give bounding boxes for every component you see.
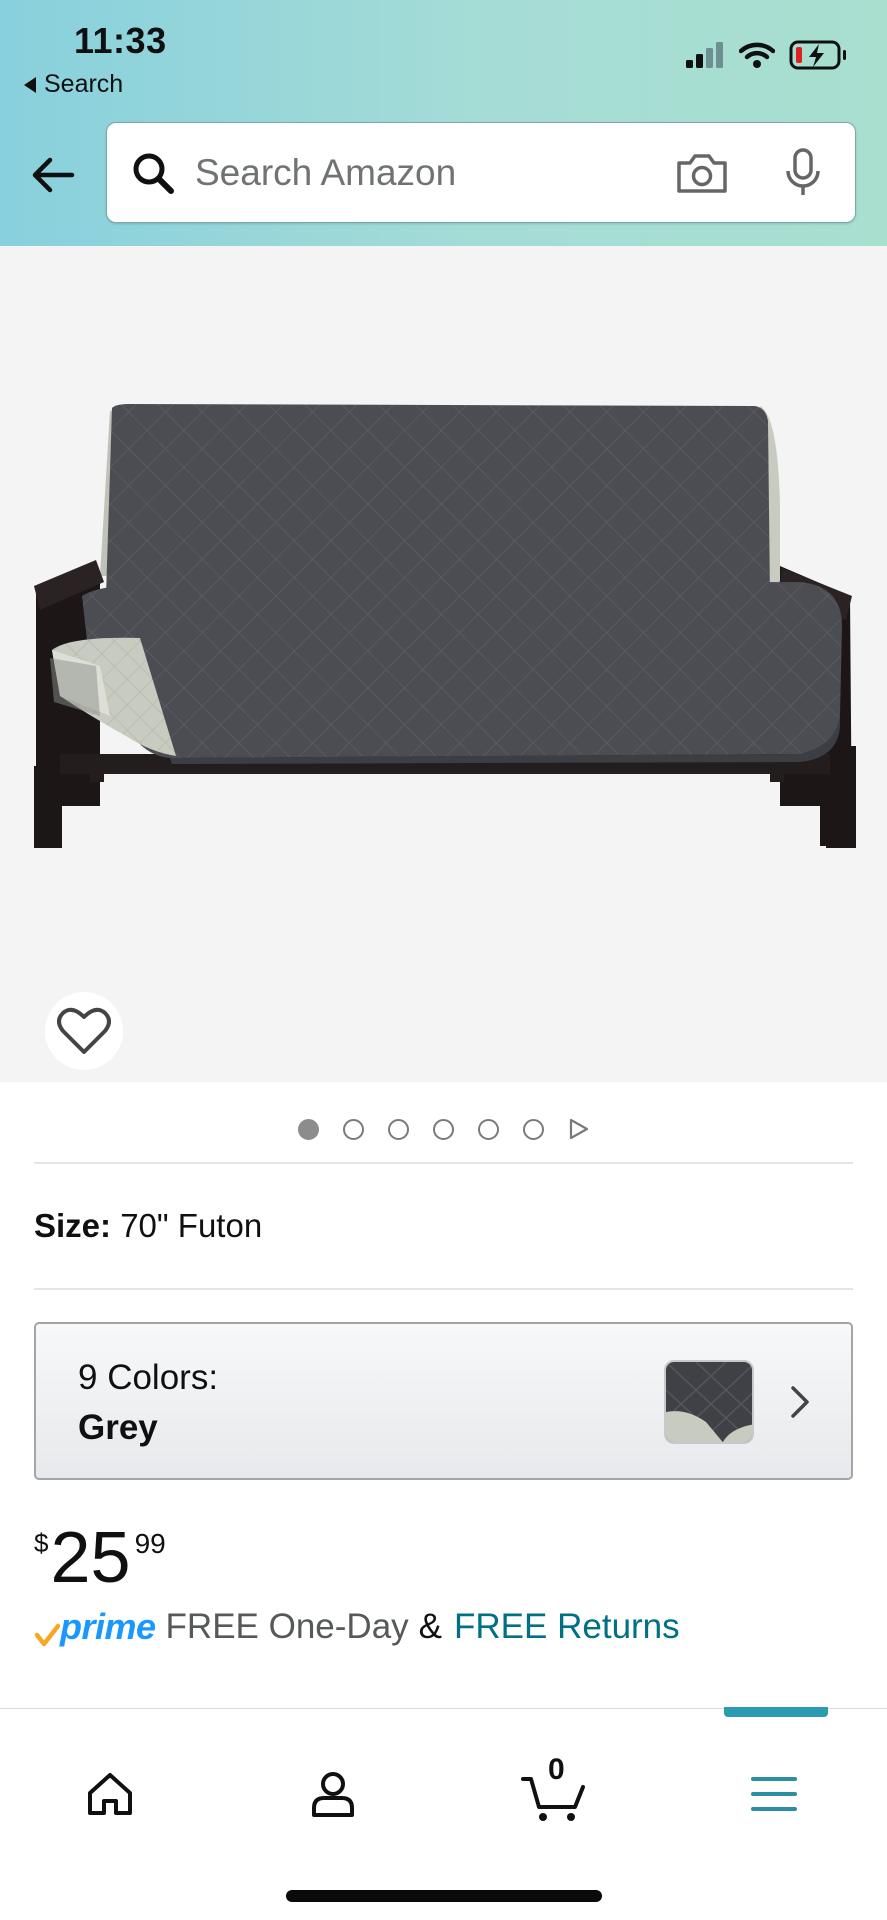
divider	[34, 1288, 853, 1290]
back-app-label: Search	[44, 70, 124, 98]
active-tab-indicator	[724, 1707, 828, 1717]
color-swatch-thumbnail	[664, 1360, 754, 1444]
cellular-signal-icon	[686, 42, 723, 68]
account-icon	[312, 1772, 354, 1817]
nav-home[interactable]	[70, 1759, 150, 1829]
back-to-search-app[interactable]: Search	[24, 70, 123, 99]
heart-icon	[57, 1007, 111, 1054]
product-price: $ 25 99	[34, 1522, 166, 1594]
search-icon	[133, 153, 174, 194]
prime-logo: prime	[34, 1606, 156, 1648]
status-time: 11:33	[74, 20, 167, 61]
cart-count-badge: 0	[548, 1753, 565, 1786]
home-indicator	[286, 1890, 602, 1902]
divider	[34, 1162, 853, 1164]
search-bar[interactable]	[106, 122, 856, 223]
pager-dot[interactable]	[387, 1118, 409, 1140]
back-arrow-icon[interactable]	[28, 150, 78, 200]
video-play-icon[interactable]	[568, 1118, 590, 1140]
nav-cart[interactable]: 0	[514, 1753, 594, 1829]
color-selector[interactable]: 9 Colors: Grey	[34, 1322, 853, 1480]
price-currency-symbol: $	[34, 1528, 49, 1558]
home-icon	[88, 1773, 132, 1815]
prime-delivery-info: prime FREE One-Day & FREE Returns	[34, 1606, 680, 1648]
wishlist-button[interactable]	[45, 992, 123, 1070]
prime-check-icon	[34, 1623, 60, 1647]
colors-count-label: 9 Colors:	[78, 1358, 219, 1397]
hamburger-menu-icon	[751, 1777, 797, 1811]
delivery-text: FREE One-Day	[165, 1607, 409, 1646]
image-pager[interactable]	[0, 1118, 887, 1140]
product-image-gallery[interactable]	[0, 246, 887, 1082]
prime-wordmark: prime	[60, 1606, 156, 1647]
search-input[interactable]	[195, 147, 625, 199]
size-selector: Size: 70" Futon	[34, 1207, 262, 1245]
camera-icon[interactable]	[675, 151, 729, 195]
size-label: Size:	[34, 1207, 112, 1244]
price-whole: 25	[50, 1518, 131, 1598]
battery-charging-icon	[789, 40, 846, 70]
pager-dot[interactable]	[432, 1118, 454, 1140]
size-value: 70" Futon	[120, 1207, 263, 1244]
microphone-icon[interactable]	[783, 147, 823, 199]
pager-dot[interactable]	[522, 1118, 544, 1140]
nav-menu[interactable]	[734, 1759, 814, 1829]
back-triangle-icon	[24, 76, 36, 93]
nav-account[interactable]	[293, 1759, 373, 1829]
free-returns-link[interactable]: FREE Returns	[454, 1607, 680, 1647]
bottom-navigation: 0	[0, 1707, 887, 1920]
wifi-icon	[739, 42, 775, 68]
ampersand: &	[418, 1607, 443, 1646]
pager-dot[interactable]	[342, 1118, 364, 1140]
selected-color: Grey	[78, 1408, 158, 1447]
price-fraction: 99	[134, 1528, 166, 1559]
pager-dot[interactable]	[477, 1118, 499, 1140]
product-image	[34, 404, 856, 848]
pager-dot-active[interactable]	[297, 1118, 319, 1140]
app-header: 11:33 Search	[0, 0, 887, 246]
status-icons	[685, 40, 847, 70]
chevron-right-icon	[791, 1386, 809, 1418]
